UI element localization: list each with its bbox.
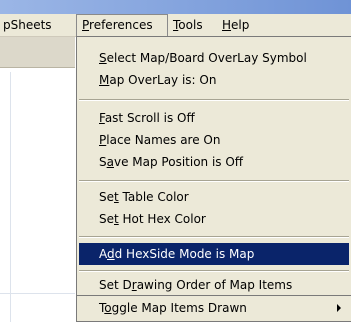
menu-item-set-drawing-order[interactable]: Set Drawing Order of Map Items [79, 277, 349, 293]
submenu-arrow-icon [337, 304, 341, 312]
menu-item-set-table-color[interactable]: Set Table Color [79, 186, 349, 208]
toolbar [0, 37, 75, 68]
menu-label-part: references [89, 18, 153, 32]
menu-mapsheets[interactable]: pSheets [0, 14, 57, 36]
menu-item-label: S [99, 155, 107, 169]
menu-mnemonic: H [222, 18, 232, 32]
preferences-dropdown-menu: Select Map/Board OverLay Symbol Map Over… [76, 36, 351, 296]
menu-item-label: lace Names are On [106, 133, 221, 147]
menu-item-label: d HexSide Mode is Map [114, 247, 255, 261]
menu-item-label: ggle Map Items Drawn [111, 301, 247, 315]
menu-item-label: Hot Hex Color [118, 212, 206, 226]
grid-line [10, 72, 11, 322]
menu-item-label: awing Order of Map Items [136, 278, 293, 292]
menu-item-label: Table Color [118, 190, 189, 204]
menu-mnemonic: o [104, 301, 112, 315]
menu-mapsheets-label: pSheets [3, 18, 52, 32]
menu-mnemonic: P [82, 18, 90, 32]
menu-item-label: ve Map Position is Off [113, 155, 244, 169]
menu-item-label: ap OverLay is: On [109, 73, 217, 87]
menu-separator [79, 99, 349, 101]
menu-mnemonic: M [99, 73, 110, 87]
menu-help[interactable]: Help [217, 14, 254, 36]
menu-label-part: elp [231, 18, 250, 32]
menu-item-add-hexside-mode[interactable]: Add HexSide Mode is Map [79, 243, 349, 265]
menu-item-toggle-map-items[interactable]: Toggle Map Items Drawn [79, 297, 349, 319]
menu-item-fast-scroll[interactable]: Fast Scroll is Off [79, 107, 349, 129]
menu-item-label: Se [99, 212, 114, 226]
menu-separator [79, 270, 349, 272]
window-title-bar [0, 0, 351, 14]
menu-mnemonic: S [99, 51, 107, 65]
menu-item-place-names[interactable]: Place Names are On [79, 129, 349, 151]
menu-item-label: ast Scroll is Off [104, 111, 195, 125]
menu-item-select-overlay-symbol[interactable]: Select Map/Board OverLay Symbol [79, 47, 349, 69]
menu-item-save-map-position[interactable]: Save Map Position is Off [79, 151, 349, 173]
grid-line [0, 293, 75, 294]
menu-item-set-hot-hex-color[interactable]: Set Hot Hex Color [79, 208, 349, 230]
menu-mnemonic: a [106, 155, 114, 169]
preferences-dropdown-menu-bottom: Toggle Map Items Drawn [76, 296, 351, 322]
menu-separator [79, 236, 349, 238]
menu-mnemonic: d [107, 247, 115, 261]
menu-preferences[interactable]: Preferences [76, 14, 168, 36]
menu-item-map-overlay[interactable]: Map OverLay is: On [79, 69, 349, 91]
menu-item-label: Se [99, 190, 114, 204]
menu-label-part: ools [178, 18, 203, 32]
menu-tools[interactable]: Tools [168, 14, 208, 36]
menu-bar: pSheets Preferences Tools Help [0, 14, 351, 37]
menu-item-label: A [99, 247, 107, 261]
menu-item-label: elect Map/Board OverLay Symbol [106, 51, 307, 65]
menu-separator [79, 180, 349, 182]
menu-item-label: Set D [99, 278, 132, 292]
